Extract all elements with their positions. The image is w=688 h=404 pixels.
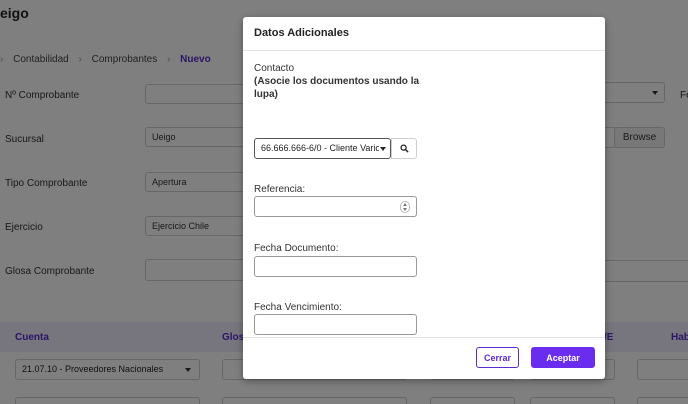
fecha-vencimiento-label: Fecha Vencimiento: [254,302,342,313]
number-spinner-icon[interactable] [400,201,410,213]
fecha-vencimiento-input[interactable] [254,314,417,335]
fecha-documento-input[interactable] [254,256,417,277]
cerrar-button[interactable]: Cerrar [476,347,519,368]
dialog-footer: Cerrar Aceptar [243,337,605,379]
fecha-documento-label: Fecha Documento: [254,243,339,254]
dialog-title: Datos Adicionales [254,27,349,39]
contacto-label: Contacto (Asocie los documentos usando l… [254,62,424,101]
contacto-select[interactable]: 66.666.666-6/0 - Cliente Varios [254,138,391,159]
dialog-body: Contacto (Asocie los documentos usando l… [243,51,605,337]
aceptar-button[interactable]: Aceptar [531,347,595,368]
datos-adicionales-dialog: Datos Adicionales Contacto (Asocie los d… [243,17,605,379]
contacto-value: 66.666.666-6/0 - Cliente Varios [261,143,379,153]
referencia-label: Referencia: [254,184,306,195]
chevron-down-icon [380,147,386,151]
referencia-input[interactable] [254,196,417,217]
search-button[interactable] [391,138,417,159]
contacto-hint: (Asocie los documentos usando la lupa) [254,76,420,100]
contacto-label-text: Contacto [254,63,295,74]
dialog-header: Datos Adicionales [243,17,605,51]
search-icon [399,144,409,153]
